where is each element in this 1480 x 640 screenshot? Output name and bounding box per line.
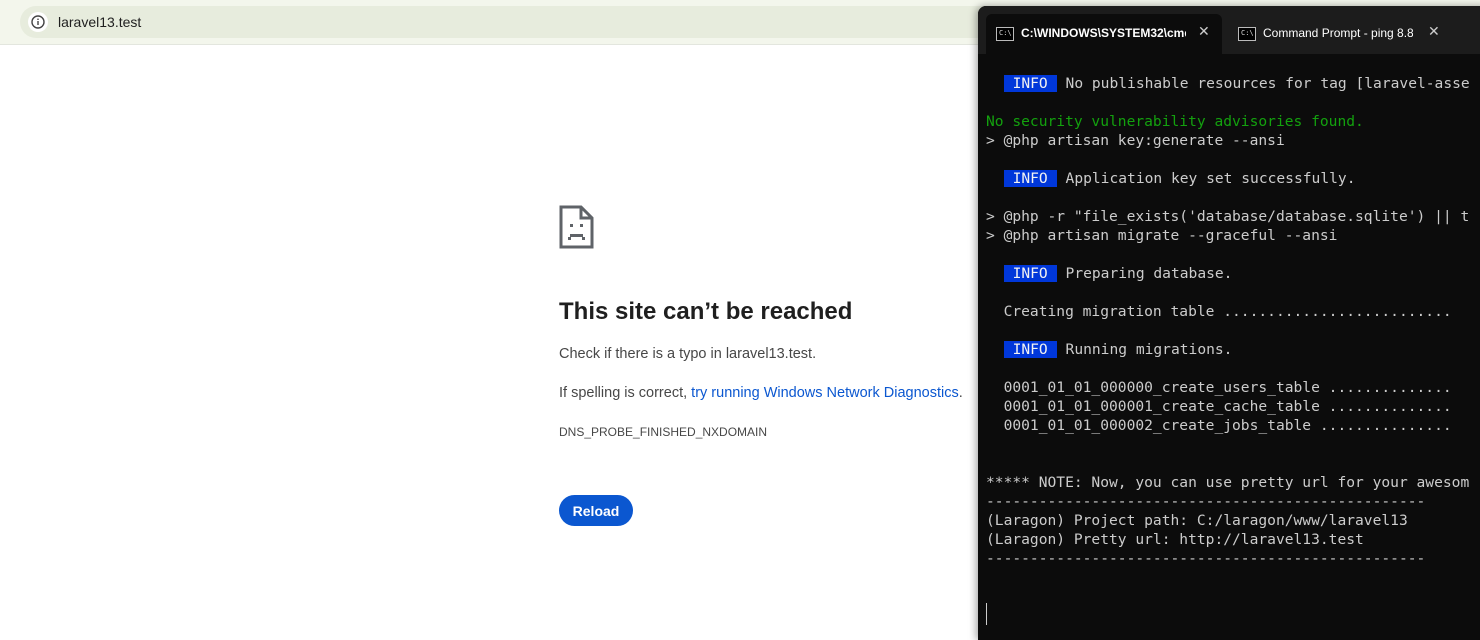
terminal-line: ----------------------------------------… [986, 550, 1426, 567]
close-icon[interactable]: ✕ [1198, 23, 1210, 40]
terminal-line: ----------------------------------------… [986, 493, 1426, 510]
terminal-line: INFO Preparing database. [986, 264, 1232, 283]
terminal-tabbar: C:\ C:\WINDOWS\SYSTEM32\cmd ✕ C:\ Comman… [978, 6, 1480, 54]
info-badge: INFO [1003, 265, 1057, 282]
text-cursor [986, 603, 987, 625]
terminal-line: ***** NOTE: Now, you can use pretty url … [986, 474, 1470, 491]
terminal-window: C:\ C:\WINDOWS\SYSTEM32\cmd ✕ C:\ Comman… [978, 6, 1480, 640]
close-icon[interactable]: ✕ [1428, 23, 1440, 40]
error-diagnostics-hint: If spelling is correct, try running Wind… [559, 385, 963, 401]
address-bar[interactable]: laravel13.test [20, 6, 1020, 38]
tab-title: C:\WINDOWS\SYSTEM32\cmd [1021, 26, 1186, 40]
info-badge: INFO [1003, 75, 1057, 92]
terminal-line: 0001_01_01_000002_create_jobs_table ....… [986, 417, 1452, 434]
terminal-line: 0001_01_01_000000_create_users_table ...… [986, 379, 1452, 396]
tab-title: Command Prompt - ping 8.8.8 [1263, 26, 1413, 40]
terminal-line: No security vulnerability advisories fou… [986, 113, 1364, 130]
terminal-line: (Laragon) Project path: C:/laragon/www/l… [986, 512, 1408, 529]
tab-cmd[interactable]: C:\ C:\WINDOWS\SYSTEM32\cmd ✕ [986, 14, 1222, 54]
info-badge: INFO [1003, 341, 1057, 358]
error-title: This site can’t be reached [559, 298, 853, 325]
reload-button[interactable]: Reload [559, 495, 633, 526]
terminal-line: INFO Application key set successfully. [986, 169, 1355, 188]
terminal-line: > @php artisan key:generate --ansi [986, 132, 1285, 149]
diagnostics-prefix: If spelling is correct, [559, 385, 692, 401]
network-diagnostics-link[interactable]: try running Windows Network Diagnostics [691, 385, 959, 401]
sad-page-icon [559, 205, 594, 249]
terminal-line: > @php -r "file_exists('database/databas… [986, 208, 1470, 225]
info-badge: INFO [1003, 170, 1057, 187]
terminal-line: INFO Running migrations. [986, 340, 1232, 359]
terminal-line: (Laragon) Pretty url: http://laravel13.t… [986, 531, 1364, 548]
url-text[interactable]: laravel13.test [58, 14, 141, 30]
terminal-line: 0001_01_01_000001_create_cache_table ...… [986, 398, 1452, 415]
error-typo-hint: Check if there is a typo in laravel13.te… [559, 346, 817, 362]
tab-ping[interactable]: C:\ Command Prompt - ping 8.8.8 ✕ [1228, 14, 1460, 54]
error-code: DNS_PROBE_FINISHED_NXDOMAIN [559, 425, 768, 439]
site-info-icon[interactable] [28, 12, 48, 32]
diagnostics-suffix: . [958, 385, 963, 401]
cmd-icon: C:\ [996, 27, 1014, 41]
terminal-line: > @php artisan migrate --graceful --ansi [986, 227, 1338, 244]
terminal-line: Creating migration table ...............… [986, 303, 1452, 320]
terminal-line: INFO No publishable resources for tag [l… [986, 74, 1470, 93]
cmd-icon: C:\ [1238, 27, 1256, 41]
